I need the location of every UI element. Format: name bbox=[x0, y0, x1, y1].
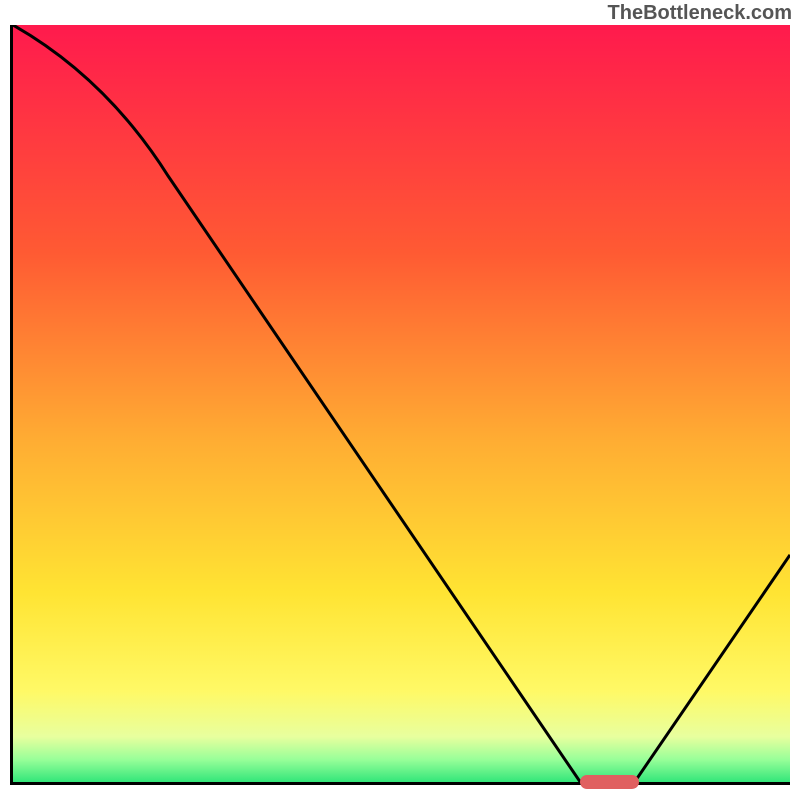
watermark-text: TheBottleneck.com bbox=[608, 2, 792, 25]
optimal-range-marker bbox=[580, 775, 639, 789]
bottleneck-curve bbox=[13, 25, 790, 782]
chart-area bbox=[10, 25, 790, 785]
